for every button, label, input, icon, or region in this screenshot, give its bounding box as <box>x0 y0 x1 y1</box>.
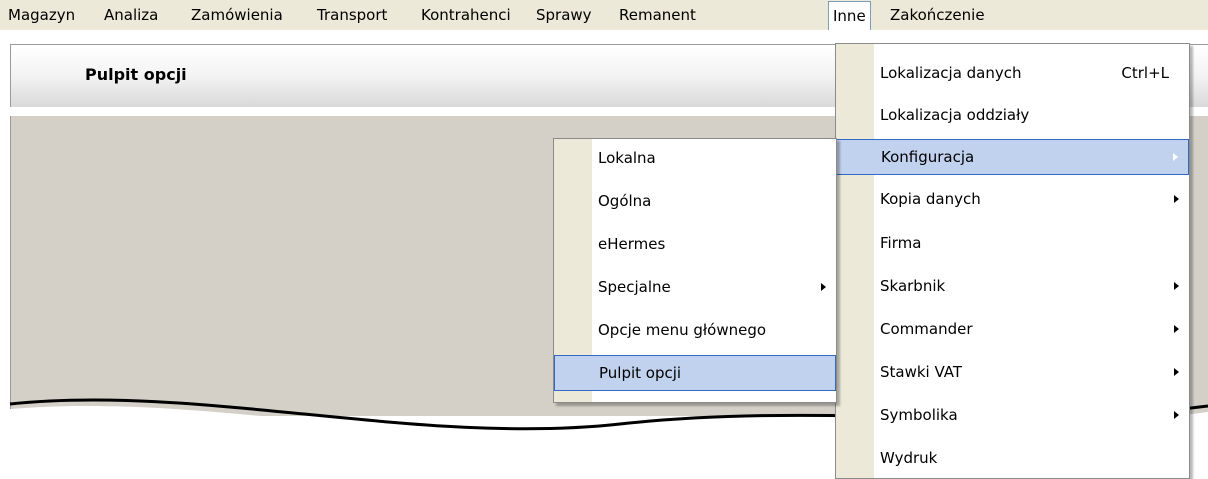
submenu-item-opcje-menu-glownego[interactable]: Opcje menu głównego <box>554 313 836 347</box>
menu-item-commander[interactable]: Commander <box>836 312 1189 346</box>
submenu-item-ehermes[interactable]: eHermes <box>554 227 836 261</box>
menu-item-label: Pulpit opcji <box>599 364 682 382</box>
menu-remanent-label: Remanent <box>619 6 696 24</box>
menu-inne[interactable]: Inne <box>828 1 871 31</box>
menu-item-label: Ogólna <box>598 192 652 210</box>
menu-item-stawki-vat[interactable]: Stawki VAT <box>836 355 1189 389</box>
menu-item-konfiguracja[interactable]: Konfiguracja <box>836 139 1189 175</box>
konfiguracja-submenu: Lokalna Ogólna eHermes Specjalne Opcje m… <box>553 138 837 403</box>
menu-kontrahenci[interactable]: Kontrahenci <box>417 0 515 30</box>
submenu-item-ogolna[interactable]: Ogólna <box>554 184 836 218</box>
menu-item-kopia-danych[interactable]: Kopia danych <box>836 182 1189 216</box>
menu-zakonczenie[interactable]: Zakończenie <box>886 0 989 30</box>
submenu-arrow-icon <box>1174 411 1179 419</box>
menu-item-skarbnik[interactable]: Skarbnik <box>836 269 1189 303</box>
submenu-arrow-icon <box>1174 325 1179 333</box>
menu-item-label: Commander <box>880 320 973 338</box>
submenu-item-lokalna[interactable]: Lokalna <box>554 141 836 175</box>
menu-item-label: Opcje menu głównego <box>598 321 767 339</box>
menu-item-label: Firma <box>880 234 922 252</box>
menu-item-firma[interactable]: Firma <box>836 226 1189 260</box>
submenu-arrow-icon <box>1174 282 1179 290</box>
menu-analiza[interactable]: Analiza <box>100 0 162 30</box>
menu-item-label: Lokalizacja oddziały <box>880 106 1030 124</box>
panel-title: Pulpit opcji <box>85 65 187 84</box>
menu-item-symbolika[interactable]: Symbolika <box>836 398 1189 432</box>
menu-zamowienia[interactable]: Zamówienia <box>187 0 287 30</box>
submenu-arrow-icon <box>1173 153 1178 161</box>
menu-zakonczenie-label: Zakończenie <box>890 6 985 24</box>
menu-zamowienia-label: Zamówienia <box>191 6 283 24</box>
menu-item-label: Konfiguracja <box>881 148 975 166</box>
menu-analiza-label: Analiza <box>104 6 159 24</box>
menu-remanent[interactable]: Remanent <box>615 0 700 30</box>
menu-sprawy-label: Sprawy <box>536 6 592 24</box>
inne-dropdown-menu: Lokalizacja danych Ctrl+L Lokalizacja od… <box>835 43 1190 479</box>
menu-bar: Magazyn Analiza Zamówienia Transport Kon… <box>0 0 1208 31</box>
menu-item-label: Kopia danych <box>880 190 981 208</box>
menu-item-shortcut: Ctrl+L <box>1121 64 1169 82</box>
menu-item-label: Stawki VAT <box>880 363 963 381</box>
menu-inne-label: Inne <box>833 7 866 25</box>
menu-transport-label: Transport <box>317 6 388 24</box>
menu-magazyn[interactable]: Magazyn <box>4 0 79 30</box>
menu-item-label: Specjalne <box>598 278 671 296</box>
menu-item-label: Lokalizacja danych <box>880 64 1022 82</box>
submenu-arrow-icon <box>821 283 826 291</box>
menu-kontrahenci-label: Kontrahenci <box>421 6 511 24</box>
menu-magazyn-label: Magazyn <box>8 6 76 24</box>
menu-item-label: Skarbnik <box>880 277 946 295</box>
menu-item-label: Symbolika <box>880 406 958 424</box>
menu-item-wydruk[interactable]: Wydruk <box>836 441 1189 475</box>
submenu-item-specjalne[interactable]: Specjalne <box>554 270 836 304</box>
menu-item-label: Lokalna <box>598 149 656 167</box>
menu-item-lokalizacja-danych[interactable]: Lokalizacja danych Ctrl+L <box>836 56 1189 90</box>
menu-item-lokalizacja-oddzialy[interactable]: Lokalizacja oddziały <box>836 98 1189 132</box>
menu-item-label: eHermes <box>598 235 666 253</box>
menu-item-label: Wydruk <box>880 449 938 467</box>
menu-transport[interactable]: Transport <box>313 0 391 30</box>
submenu-arrow-icon <box>1174 368 1179 376</box>
submenu-item-pulpit-opcji[interactable]: Pulpit opcji <box>554 355 836 391</box>
submenu-arrow-icon <box>1174 195 1179 203</box>
menu-sprawy[interactable]: Sprawy <box>532 0 596 30</box>
